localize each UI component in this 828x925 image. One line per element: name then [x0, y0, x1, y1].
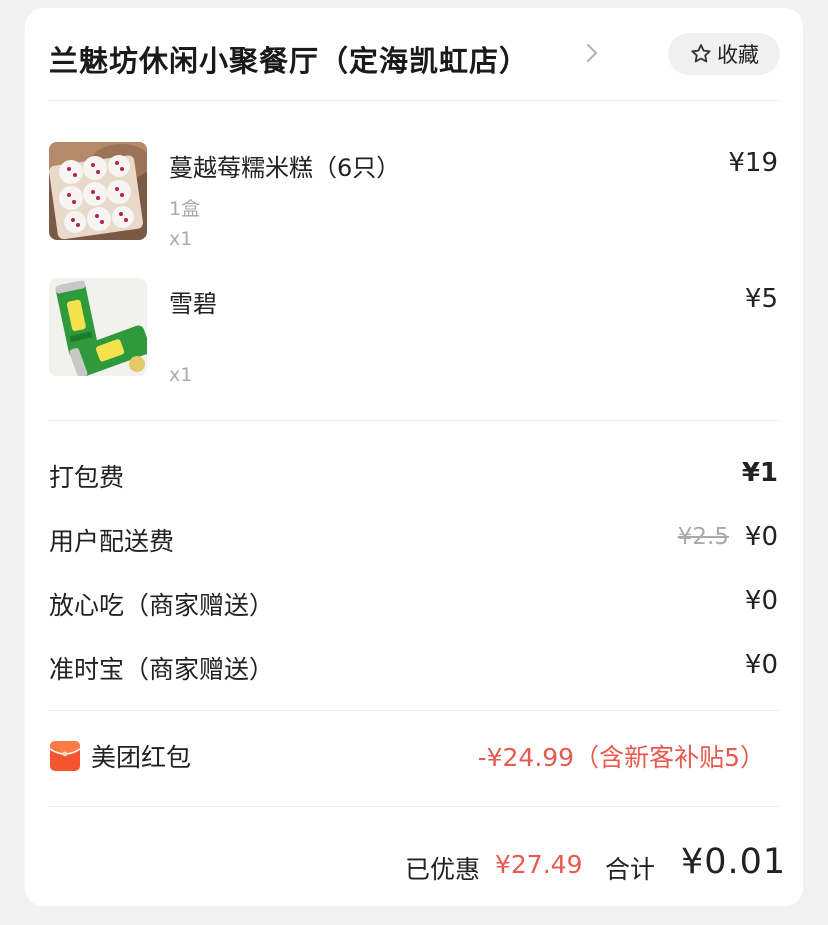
star-icon [691, 44, 711, 63]
list-item[interactable]: 雪碧 x1 ¥5 [25, 278, 803, 388]
shop-name[interactable]: 兰魅坊休闲小聚餐厅（定海凯虹店） [49, 38, 529, 80]
delivery-fee-row: 用户配送费 ¥2.5 ¥0 [25, 522, 803, 562]
favorite-label: 收藏 [717, 43, 759, 67]
packing-fee-row: 打包费 ¥1 [25, 458, 803, 498]
item-name: 雪碧 [169, 290, 217, 318]
red-envelope-icon [49, 741, 81, 771]
red-packet-row[interactable]: 美团红包 -¥24.99（含新客补贴5） [25, 736, 803, 778]
fee-value: ¥0 [744, 522, 778, 552]
total-label: 合计 [605, 855, 656, 884]
chevron-right-icon [586, 43, 598, 63]
fee-label: 准时宝（商家赠送） [49, 655, 275, 684]
shop-header[interactable]: 兰魅坊休闲小聚餐厅（定海凯虹店） 收藏 [25, 8, 803, 100]
red-packet-value: -¥24.99（含新客补贴5） [477, 743, 765, 772]
list-item[interactable]: 蔓越莓糯米糕（6只） 1盒 x1 ¥19 [25, 142, 803, 252]
fee-value: ¥0 [744, 650, 778, 680]
on-time-guarantee-row[interactable]: 准时宝（商家赠送） ¥0 [25, 650, 803, 690]
order-summary: 已优惠 ¥27.49 合计 ¥0.01 [25, 842, 803, 894]
item-name: 蔓越莓糯米糕（6只） [169, 154, 401, 182]
order-card: 兰魅坊休闲小聚餐厅（定海凯虹店） 收藏 蔓越莓糯米糕（6只） 1盒 x1 ¥19… [25, 8, 803, 906]
worry-free-row[interactable]: 放心吃（商家赠送） ¥0 [25, 586, 803, 626]
divider [49, 420, 781, 421]
divider [49, 100, 781, 101]
saved-value: ¥27.49 [495, 850, 583, 879]
total-value: ¥0.01 [681, 842, 787, 882]
divider [49, 806, 781, 807]
item-price: ¥19 [728, 148, 778, 178]
divider [49, 710, 781, 711]
red-packet-label: 美团红包 [91, 743, 192, 772]
fee-label: 放心吃（商家赠送） [49, 591, 275, 620]
fee-label: 打包费 [49, 463, 125, 492]
fee-value: ¥0 [744, 586, 778, 616]
original-fee-value: ¥2.5 [677, 524, 729, 550]
saved-label: 已优惠 [405, 855, 481, 884]
item-price: ¥5 [744, 284, 778, 314]
fee-value: ¥1 [741, 458, 778, 488]
item-spec: 1盒 [169, 198, 201, 220]
favorite-button[interactable]: 收藏 [668, 33, 780, 75]
rice-cake-photo [49, 142, 147, 240]
sprite-can-photo [49, 278, 147, 376]
item-quantity: x1 [169, 364, 193, 386]
fee-label: 用户配送费 [49, 527, 175, 556]
item-quantity: x1 [169, 228, 193, 250]
